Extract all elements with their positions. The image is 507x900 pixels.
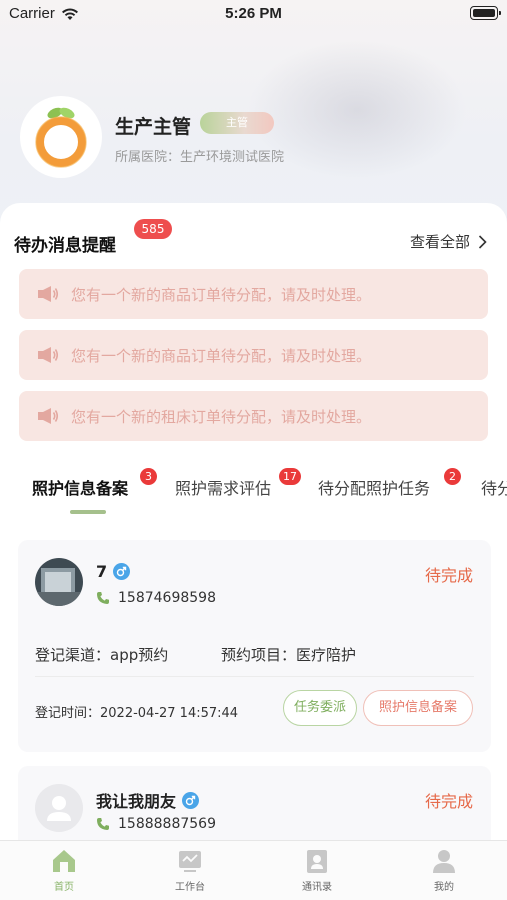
role-badge: 主管 (200, 112, 274, 134)
message-text: 您有一个新的租床订单待分配，请及时处理。 (71, 407, 372, 426)
contacts-icon (307, 850, 327, 873)
default-avatar-icon (35, 784, 83, 832)
megaphone-icon (38, 408, 59, 424)
assign-task-button[interactable]: 任务委派 (283, 690, 357, 726)
avatar (35, 784, 83, 832)
phone-number: 15874698598 (118, 590, 216, 606)
tab-label: 照护需求评估 (175, 479, 272, 498)
patient-name-row: 我让我朋友 (96, 788, 200, 812)
registration-channel: 登记渠道：app预约 (35, 646, 169, 664)
registration-time: 登记时间：2022-04-27 14:57:44 (35, 706, 239, 721)
patient-name: 我让我朋友 (96, 792, 177, 811)
nav-profile[interactable]: 我的 (404, 847, 484, 893)
tab-badge: 17 (279, 468, 301, 485)
tab-label: 待分 (481, 479, 507, 498)
male-gender-icon (113, 563, 131, 580)
nav-label: 工作台 (175, 882, 205, 893)
hospital-label: 所属医院：生产环境测试医院 (115, 150, 285, 165)
status-bar: Carrier 5:26 PM (0, 0, 507, 30)
record-card[interactable]: 7 15874698598 待完成 登记渠道：app预约 预约项目：医疗陪护 登… (18, 540, 491, 752)
tab-care-needs-assessment[interactable]: 照护需求评估 (175, 475, 271, 499)
phone-row[interactable]: 15874698598 (96, 590, 216, 606)
phone-icon (97, 818, 109, 830)
todo-count-badge: 585 (134, 219, 172, 239)
tab-pending-care-tasks[interactable]: 待分配照护任务 (318, 475, 430, 499)
phone-row[interactable]: 15888887569 (96, 816, 216, 832)
bottom-navigation: 首页 工作台 通讯录 我的 (0, 840, 507, 900)
tab-label: 待分配照护任务 (318, 479, 431, 498)
user-name: 生产主管 (115, 116, 192, 138)
status-time: 5:26 PM (225, 5, 282, 22)
active-tab-indicator (70, 510, 106, 514)
profile-icon (433, 850, 455, 873)
view-all-label: 查看全部 (409, 233, 470, 251)
workbench-icon (179, 851, 201, 872)
battery-icon (470, 6, 501, 20)
tab-care-info-record[interactable]: 照护信息备案 (32, 475, 128, 499)
avatar-photo-icon (35, 558, 83, 606)
message-text: 您有一个新的商品订单待分配，请及时处理。 (71, 346, 372, 365)
status-badge: 待完成 (424, 792, 473, 811)
nav-label: 首页 (54, 882, 74, 893)
nav-workbench[interactable]: 工作台 (150, 847, 230, 893)
nav-label: 通讯录 (302, 882, 332, 893)
tab-label: 照护信息备案 (32, 479, 129, 498)
todo-message-item[interactable]: 您有一个新的租床订单待分配，请及时处理。 (19, 391, 488, 441)
chevron-right-icon (478, 234, 487, 249)
home-icon (53, 850, 75, 872)
phone-icon (97, 592, 109, 604)
phone-number: 15888887569 (118, 816, 216, 832)
care-record-button[interactable]: 照护信息备案 (363, 690, 473, 726)
nav-home[interactable]: 首页 (24, 847, 104, 893)
orange-logo-icon (35, 107, 87, 168)
tab-badge: 2 (444, 468, 461, 485)
todo-message-item[interactable]: 您有一个新的商品订单待分配，请及时处理。 (19, 269, 488, 319)
message-text: 您有一个新的商品订单待分配，请及时处理。 (71, 285, 372, 304)
appointment-project: 预约项目：医疗陪护 (221, 646, 357, 664)
divider (35, 676, 474, 677)
app-logo-avatar[interactable] (20, 96, 102, 178)
patient-name: 7 (96, 562, 108, 581)
avatar (35, 558, 83, 606)
megaphone-icon (38, 347, 59, 363)
todo-title: 待办消息提醒 (14, 236, 116, 256)
male-gender-icon (182, 791, 200, 809)
todo-message-item[interactable]: 您有一个新的商品订单待分配，请及时处理。 (19, 330, 488, 380)
tab-badge: 3 (140, 468, 157, 485)
nav-label: 我的 (434, 882, 454, 893)
patient-name-row: 7 (96, 562, 131, 581)
tab-more-truncated[interactable]: 待分 (481, 475, 507, 499)
view-all-link[interactable]: 查看全部 (410, 231, 487, 252)
nav-contacts[interactable]: 通讯录 (277, 847, 357, 893)
megaphone-icon (38, 286, 59, 302)
status-badge: 待完成 (424, 566, 473, 585)
